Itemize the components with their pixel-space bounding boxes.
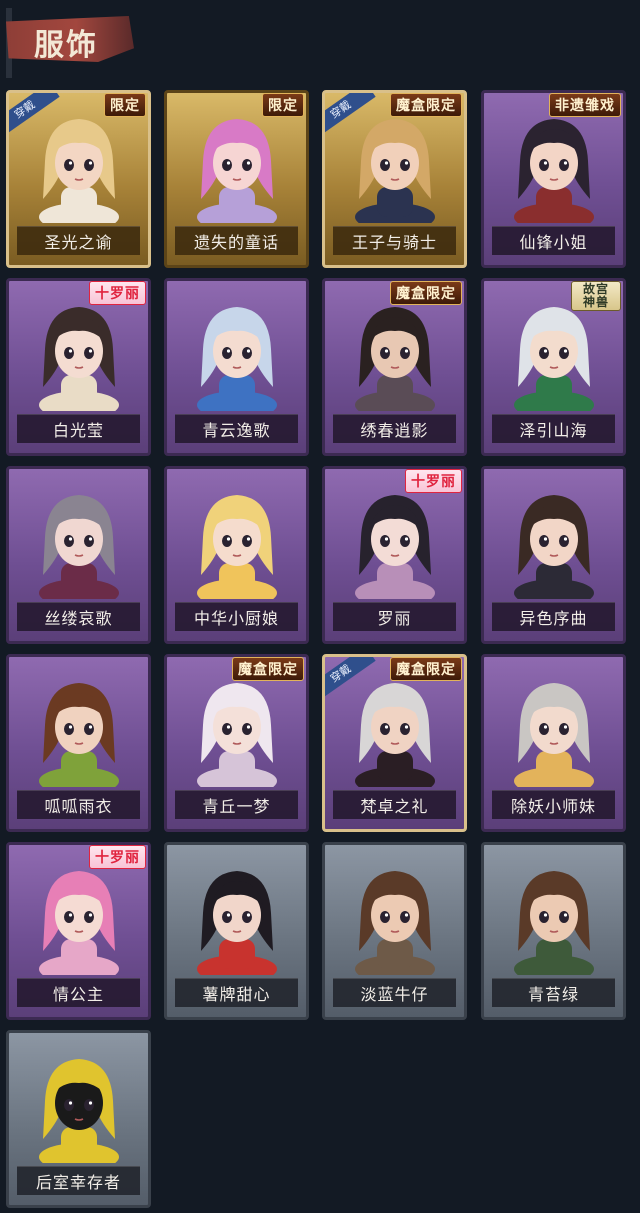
skin-name-bar: 薯牌甜心	[175, 978, 298, 1007]
skin-grid: 穿戴 限定 圣光之谕 限定 遗失的童话 穿戴 魔盒限定 王子与骑士 非遗雏戏 仙锋	[0, 0, 640, 1213]
skin-name-bar: 呱呱雨衣	[17, 790, 140, 819]
skin-name: 呱呱雨衣	[44, 797, 113, 816]
skin-name: 王子与骑士	[351, 233, 437, 252]
skin-name-bar: 梵卓之礼	[333, 790, 456, 819]
skin-card[interactable]: 非遗雏戏仙锋小姐	[481, 90, 626, 268]
skin-name: 梵卓之礼	[360, 797, 429, 816]
skin-tag-badge: 魔盒限定	[232, 657, 304, 681]
skin-name: 青丘一梦	[202, 797, 271, 816]
skin-name: 除妖小师妹	[510, 797, 596, 816]
skin-name-bar: 青苔绿	[492, 978, 615, 1007]
skin-card[interactable]: 中华小厨娘	[164, 466, 309, 644]
character-portrait	[31, 489, 127, 607]
skin-card[interactable]: 十罗丽情公主	[6, 842, 151, 1020]
skin-card[interactable]: 穿戴 魔盒限定 梵卓之礼	[322, 654, 467, 832]
character-portrait	[31, 1053, 127, 1171]
skin-name: 中华小厨娘	[193, 609, 279, 628]
skin-name-bar: 王子与骑士	[333, 226, 456, 255]
skin-name-bar: 青云逸歌	[175, 414, 298, 443]
skin-card[interactable]: 故宫神兽泽引山海	[481, 278, 626, 456]
skin-name-bar: 绣春逍影	[333, 414, 456, 443]
skin-tag-badge: 十罗丽	[89, 845, 146, 869]
skin-tag-badge: 限定	[104, 93, 146, 117]
character-portrait	[189, 113, 285, 231]
skin-card[interactable]: 青云逸歌	[164, 278, 309, 456]
skin-card[interactable]: 限定遗失的童话	[164, 90, 309, 268]
character-portrait	[347, 677, 443, 795]
skin-name-bar: 罗丽	[333, 602, 456, 631]
skin-card[interactable]: 除妖小师妹	[481, 654, 626, 832]
skin-name: 丝缕哀歌	[44, 609, 113, 628]
skin-name: 淡蓝牛仔	[360, 985, 429, 1004]
skin-name: 情公主	[52, 985, 104, 1004]
skin-tag-badge: 魔盒限定	[390, 281, 462, 305]
character-portrait	[189, 489, 285, 607]
skin-name-bar: 异色序曲	[492, 602, 615, 631]
character-portrait	[347, 489, 443, 607]
skin-card[interactable]: 十罗丽罗丽	[322, 466, 467, 644]
character-portrait	[189, 677, 285, 795]
skin-name-bar: 仙锋小姐	[492, 226, 615, 255]
skin-name: 薯牌甜心	[202, 985, 271, 1004]
character-portrait	[31, 677, 127, 795]
skin-card[interactable]: 淡蓝牛仔	[322, 842, 467, 1020]
skin-name-bar: 圣光之谕	[17, 226, 140, 255]
skin-name-bar: 白光莹	[17, 414, 140, 443]
skin-name-bar: 泽引山海	[492, 414, 615, 443]
character-portrait	[506, 865, 602, 983]
skin-tag-badge: 限定	[262, 93, 304, 117]
character-portrait	[347, 865, 443, 983]
skin-name: 异色序曲	[519, 609, 588, 628]
character-portrait	[189, 301, 285, 419]
skin-tag-badge: 魔盒限定	[390, 657, 462, 681]
character-portrait	[506, 301, 602, 419]
skin-tag-badge: 魔盒限定	[390, 93, 462, 117]
character-portrait	[506, 113, 602, 231]
skin-name: 泽引山海	[519, 421, 588, 440]
skin-card[interactable]: 后室幸存者	[6, 1030, 151, 1208]
skin-name: 绣春逍影	[360, 421, 429, 440]
skin-name: 白光莹	[52, 421, 104, 440]
skin-card[interactable]: 魔盒限定绣春逍影	[322, 278, 467, 456]
skin-name: 遗失的童话	[193, 233, 279, 252]
character-portrait	[506, 489, 602, 607]
skin-name: 后室幸存者	[35, 1173, 121, 1192]
skin-name-bar: 后室幸存者	[17, 1166, 140, 1195]
skin-card[interactable]: 穿戴 魔盒限定 王子与骑士	[322, 90, 467, 268]
skin-name-bar: 淡蓝牛仔	[333, 978, 456, 1007]
skin-tag-badge: 故宫神兽	[571, 281, 621, 311]
skin-card[interactable]: 薯牌甜心	[164, 842, 309, 1020]
skin-card[interactable]: 丝缕哀歌	[6, 466, 151, 644]
skin-tag-badge: 十罗丽	[89, 281, 146, 305]
skin-name: 青云逸歌	[202, 421, 271, 440]
skin-name-bar: 青丘一梦	[175, 790, 298, 819]
skin-name-bar: 除妖小师妹	[492, 790, 615, 819]
skin-name-bar: 中华小厨娘	[175, 602, 298, 631]
character-portrait	[347, 301, 443, 419]
character-portrait	[347, 113, 443, 231]
character-portrait	[31, 113, 127, 231]
skin-name: 罗丽	[377, 609, 412, 628]
skin-name-bar: 丝缕哀歌	[17, 602, 140, 631]
skin-card[interactable]: 呱呱雨衣	[6, 654, 151, 832]
skin-card[interactable]: 青苔绿	[481, 842, 626, 1020]
skin-card[interactable]: 异色序曲	[481, 466, 626, 644]
skin-card[interactable]: 魔盒限定青丘一梦	[164, 654, 309, 832]
skin-tag-badge: 十罗丽	[405, 469, 462, 493]
skin-name-bar: 情公主	[17, 978, 140, 1007]
skin-card[interactable]: 十罗丽白光莹	[6, 278, 151, 456]
skin-card[interactable]: 穿戴 限定 圣光之谕	[6, 90, 151, 268]
character-portrait	[31, 301, 127, 419]
skin-name: 青苔绿	[527, 985, 579, 1004]
skin-name: 圣光之谕	[44, 233, 113, 252]
character-portrait	[189, 865, 285, 983]
skin-name-bar: 遗失的童话	[175, 226, 298, 255]
skin-tag-badge: 非遗雏戏	[549, 93, 621, 117]
character-portrait	[506, 677, 602, 795]
character-portrait	[31, 865, 127, 983]
skin-name: 仙锋小姐	[519, 233, 588, 252]
